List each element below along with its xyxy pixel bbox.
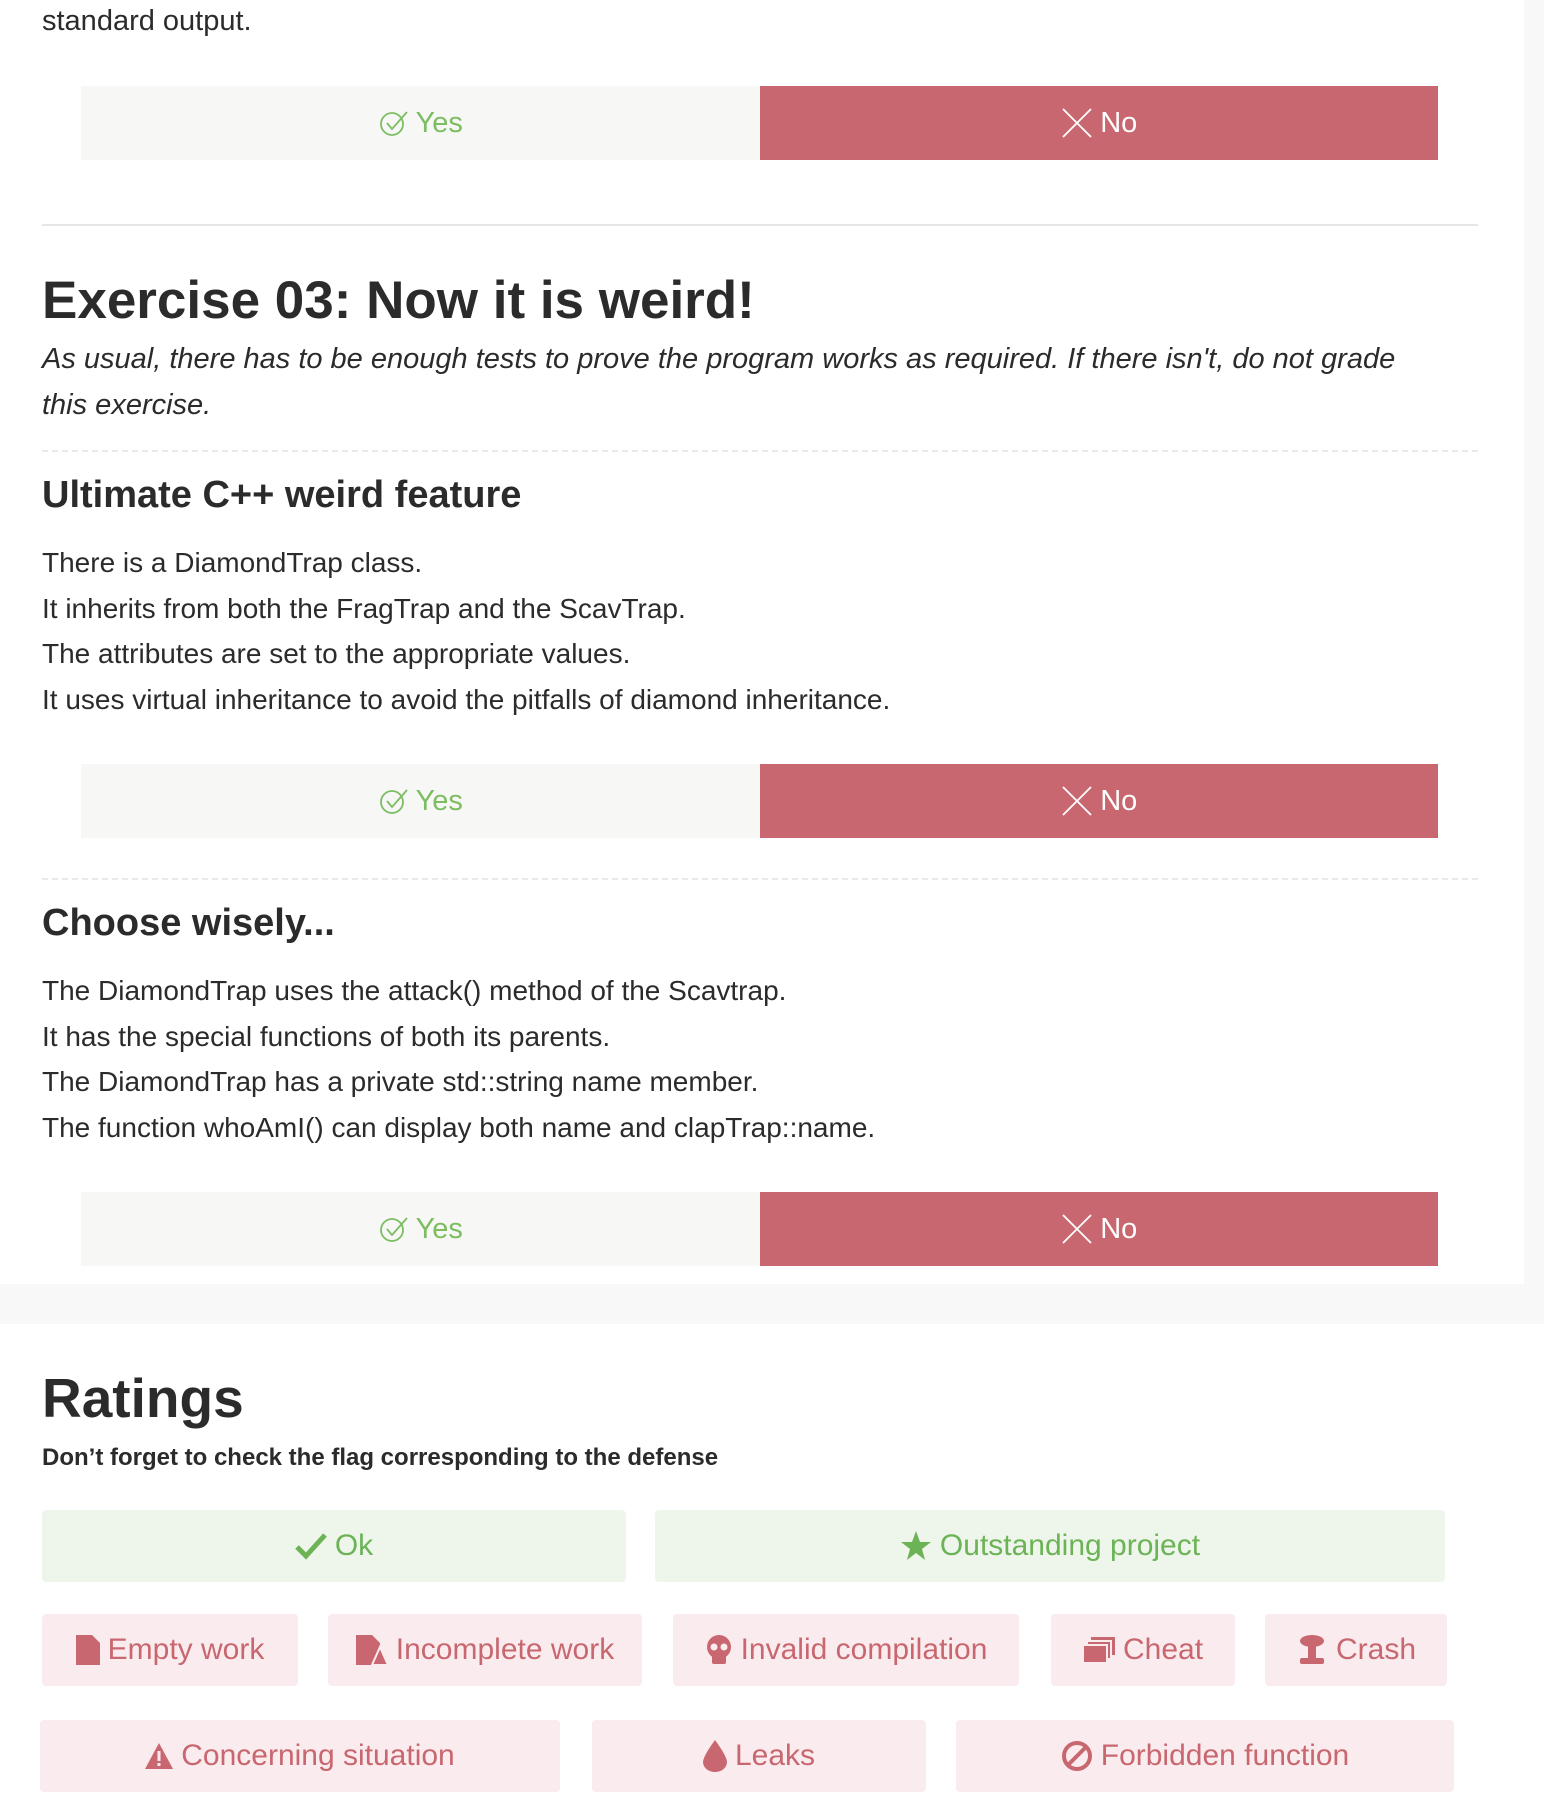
- no-button[interactable]: No: [759, 764, 1438, 838]
- no-button[interactable]: No: [759, 86, 1438, 160]
- flag-cheat-button[interactable]: Cheat: [1051, 1614, 1235, 1686]
- section-line: It uses virtual inheritance to avoid the…: [42, 683, 891, 715]
- warning-icon: [145, 1743, 174, 1769]
- flag-label: Outstanding project: [939, 1529, 1201, 1562]
- page-gutter: [1524, 0, 1544, 1284]
- yes-button[interactable]: Yes: [81, 86, 760, 160]
- section-body: The DiamondTrap uses the attack() method…: [42, 968, 875, 1150]
- flag-concerning-situation-button[interactable]: Concerning situation: [40, 1720, 560, 1792]
- check-circle-icon: [378, 1213, 410, 1245]
- section-line: It has the special functions of both its…: [42, 1020, 611, 1052]
- section-separator-band: [0, 1284, 1544, 1324]
- flag-label: Invalid compilation: [740, 1633, 988, 1666]
- section-body: There is a DiamondTrap class. It inherit…: [42, 540, 890, 722]
- flag-label: Cheat: [1122, 1633, 1204, 1666]
- flag-label: Empty work: [107, 1633, 265, 1666]
- flag-label: Concerning situation: [181, 1739, 455, 1772]
- section-line: The DiamondTrap uses the attack() method…: [42, 975, 787, 1006]
- flag-label: Forbidden function: [1100, 1739, 1350, 1772]
- section-line: There is a DiamondTrap class.: [42, 547, 423, 578]
- section-line: It inherits from both the FragTrap and t…: [42, 592, 686, 624]
- flag-label: Incomplete work: [395, 1633, 615, 1666]
- section-title: Choose wisely...: [42, 902, 335, 944]
- flag-label: Leaks: [734, 1739, 816, 1772]
- exercise-title: Exercise 03: Now it is weird!: [42, 271, 755, 330]
- star-icon: [900, 1530, 932, 1562]
- yes-label: Yes: [415, 784, 463, 817]
- check-circle-icon: [378, 107, 410, 139]
- flag-ok-button[interactable]: Ok: [42, 1510, 626, 1582]
- section-line: The DiamondTrap has a private std::strin…: [42, 1066, 759, 1097]
- ratings-subtitle: Don’t forget to check the flag correspon…: [42, 1444, 719, 1471]
- section-divider: [42, 224, 1478, 226]
- yes-label: Yes: [415, 1212, 463, 1245]
- section-line: The attributes are set to the appropriat…: [42, 638, 631, 669]
- checkmark-icon: [295, 1532, 327, 1560]
- ratings-title: Ratings: [42, 1367, 244, 1429]
- x-icon: [1060, 1212, 1094, 1246]
- x-icon: [1060, 106, 1094, 140]
- copy-icon: [1082, 1637, 1115, 1663]
- no-label: No: [1100, 784, 1138, 817]
- no-label: No: [1100, 106, 1138, 139]
- file-icon: [75, 1635, 100, 1665]
- section-title: Ultimate C++ weird feature: [42, 474, 522, 516]
- yes-label: Yes: [415, 106, 463, 139]
- flag-outstanding-button[interactable]: Outstanding project: [655, 1510, 1445, 1582]
- explosion-icon: [1296, 1634, 1328, 1666]
- exercise-description: As usual, there has to be enough tests t…: [42, 343, 1396, 421]
- flag-forbidden-function-button[interactable]: Forbidden function: [956, 1720, 1454, 1792]
- yes-button[interactable]: Yes: [81, 1192, 760, 1266]
- drop-icon: [702, 1740, 727, 1772]
- section-line: The function whoAmI() can display both n…: [42, 1111, 876, 1143]
- skull-icon: [705, 1635, 733, 1665]
- flag-label: Ok: [334, 1529, 374, 1562]
- file-warning-icon: [355, 1635, 388, 1665]
- check-circle-icon: [378, 785, 410, 817]
- flag-invalid-compilation-button[interactable]: Invalid compilation: [673, 1614, 1019, 1686]
- yes-button[interactable]: Yes: [81, 764, 760, 838]
- no-button[interactable]: No: [759, 1192, 1438, 1266]
- no-label: No: [1100, 1212, 1138, 1245]
- section-divider: [42, 450, 1478, 452]
- yes-no-toggle: Yes No: [81, 1192, 1438, 1266]
- flag-incomplete-work-button[interactable]: Incomplete work: [328, 1614, 642, 1686]
- x-icon: [1060, 784, 1094, 818]
- flag-label: Crash: [1335, 1633, 1417, 1666]
- flag-leaks-button[interactable]: Leaks: [592, 1720, 926, 1792]
- section-divider: [42, 878, 1478, 880]
- ban-icon: [1061, 1740, 1093, 1772]
- yes-no-toggle: Yes No: [81, 764, 1438, 838]
- flag-crash-button[interactable]: Crash: [1265, 1614, 1447, 1686]
- previous-section-text: standard output.: [42, 5, 252, 37]
- yes-no-toggle: Yes No: [81, 86, 1438, 160]
- flag-empty-work-button[interactable]: Empty work: [42, 1614, 298, 1686]
